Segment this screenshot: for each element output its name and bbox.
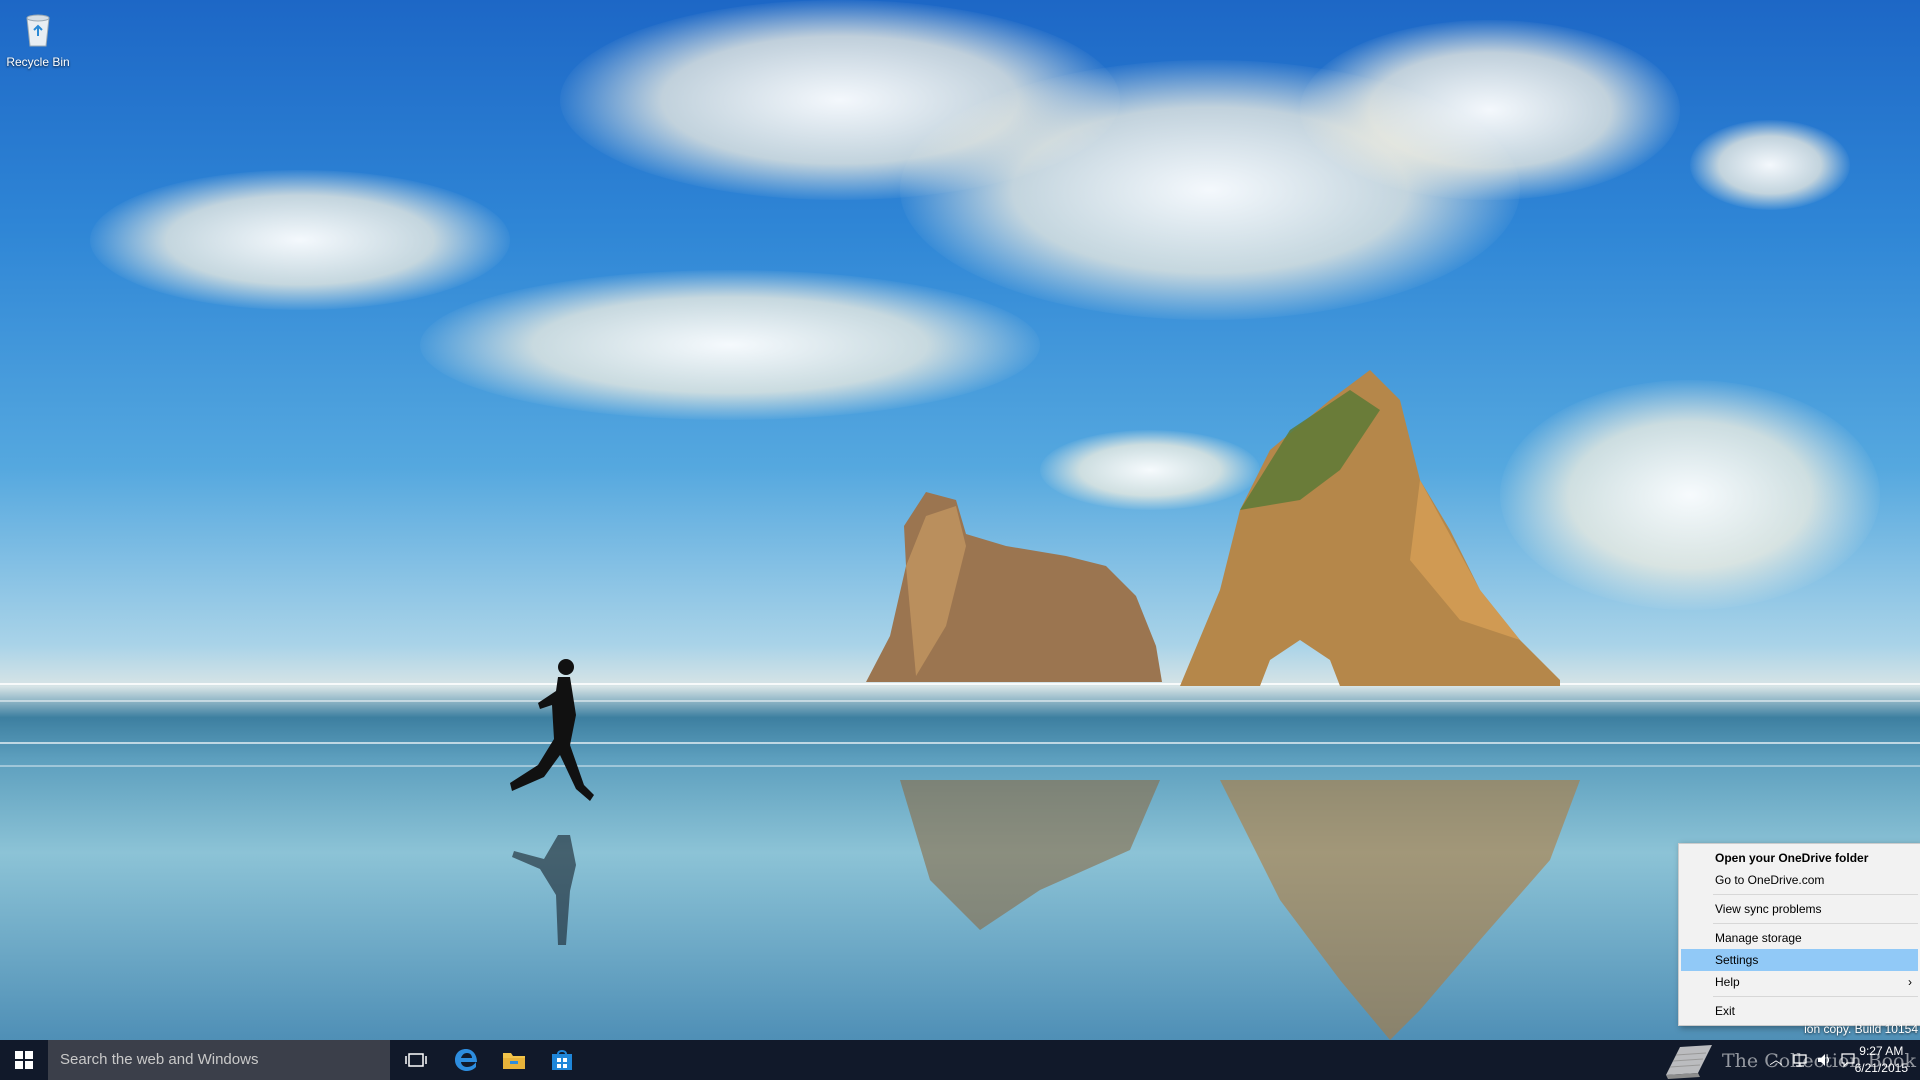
taskbar: Search the web and Windows The Collectio… [0,1040,1920,1080]
book-logo-icon [1666,1045,1712,1079]
menu-item-go-to-onedrive[interactable]: Go to OneDrive.com [1681,869,1918,891]
edge-icon [455,1049,477,1071]
menu-separator [1713,923,1918,924]
menu-item-view-sync-problems[interactable]: View sync problems [1681,898,1918,920]
rock-left [866,492,1162,682]
start-button[interactable] [0,1040,48,1080]
task-view-icon [405,1053,427,1067]
menu-item-help-label: Help [1715,975,1740,989]
file-explorer-icon [503,1053,525,1069]
network-icon[interactable] [1792,1052,1808,1068]
menu-separator [1713,996,1918,997]
menu-item-settings[interactable]: Settings [1681,949,1918,971]
build-watermark: ion copy. Build 10154 [1804,1022,1918,1036]
store-icon [552,1050,572,1070]
task-view-button[interactable] [392,1040,440,1080]
volume-icon[interactable] [1816,1052,1832,1068]
search-input[interactable]: Search the web and Windows [48,1040,390,1080]
rock-right [1180,370,1560,686]
clock-date: 6/21/2015 [1854,1061,1908,1075]
action-center-icon[interactable] [1840,1052,1856,1068]
store-button[interactable] [538,1040,586,1080]
rock-reflection [1220,780,1580,1040]
menu-separator [1713,894,1918,895]
desktop-wallpaper: Recycle Bin Open your OneDrive folder Go… [0,0,1920,1040]
menu-item-open-onedrive-folder[interactable]: Open your OneDrive folder [1681,847,1918,869]
desktop-icon-label: Recycle Bin [6,55,70,69]
cloud [1690,120,1850,210]
system-tray: The Collection Book ︿ 9:27 AM 6/21/2015 [1660,1040,1920,1080]
rock-reflection [900,780,1160,930]
wave-line [0,765,1920,767]
runner-silhouette [510,659,594,945]
cloud [90,170,510,310]
file-explorer-button[interactable] [490,1040,538,1080]
clock-time: 9:27 AM [1859,1044,1904,1058]
menu-item-help[interactable]: Help › [1681,971,1918,993]
chevron-up-icon[interactable]: ︿ [1768,1052,1784,1068]
wave-line [0,742,1920,744]
cloud [1300,20,1680,200]
clock[interactable]: 9:27 AM 6/21/2015 [1855,1043,1908,1077]
windows-logo-icon [15,1051,33,1069]
menu-item-manage-storage[interactable]: Manage storage [1681,927,1918,949]
recycle-bin-icon [26,14,50,47]
desktop-icon-recycle-bin[interactable]: Recycle Bin [6,8,70,69]
cloud [420,270,1040,420]
onedrive-context-menu: Open your OneDrive folder Go to OneDrive… [1678,843,1920,1026]
wave-line [0,700,1920,702]
edge-button[interactable] [442,1040,490,1080]
chevron-right-icon: › [1908,975,1912,989]
menu-item-exit[interactable]: Exit [1681,1000,1918,1022]
